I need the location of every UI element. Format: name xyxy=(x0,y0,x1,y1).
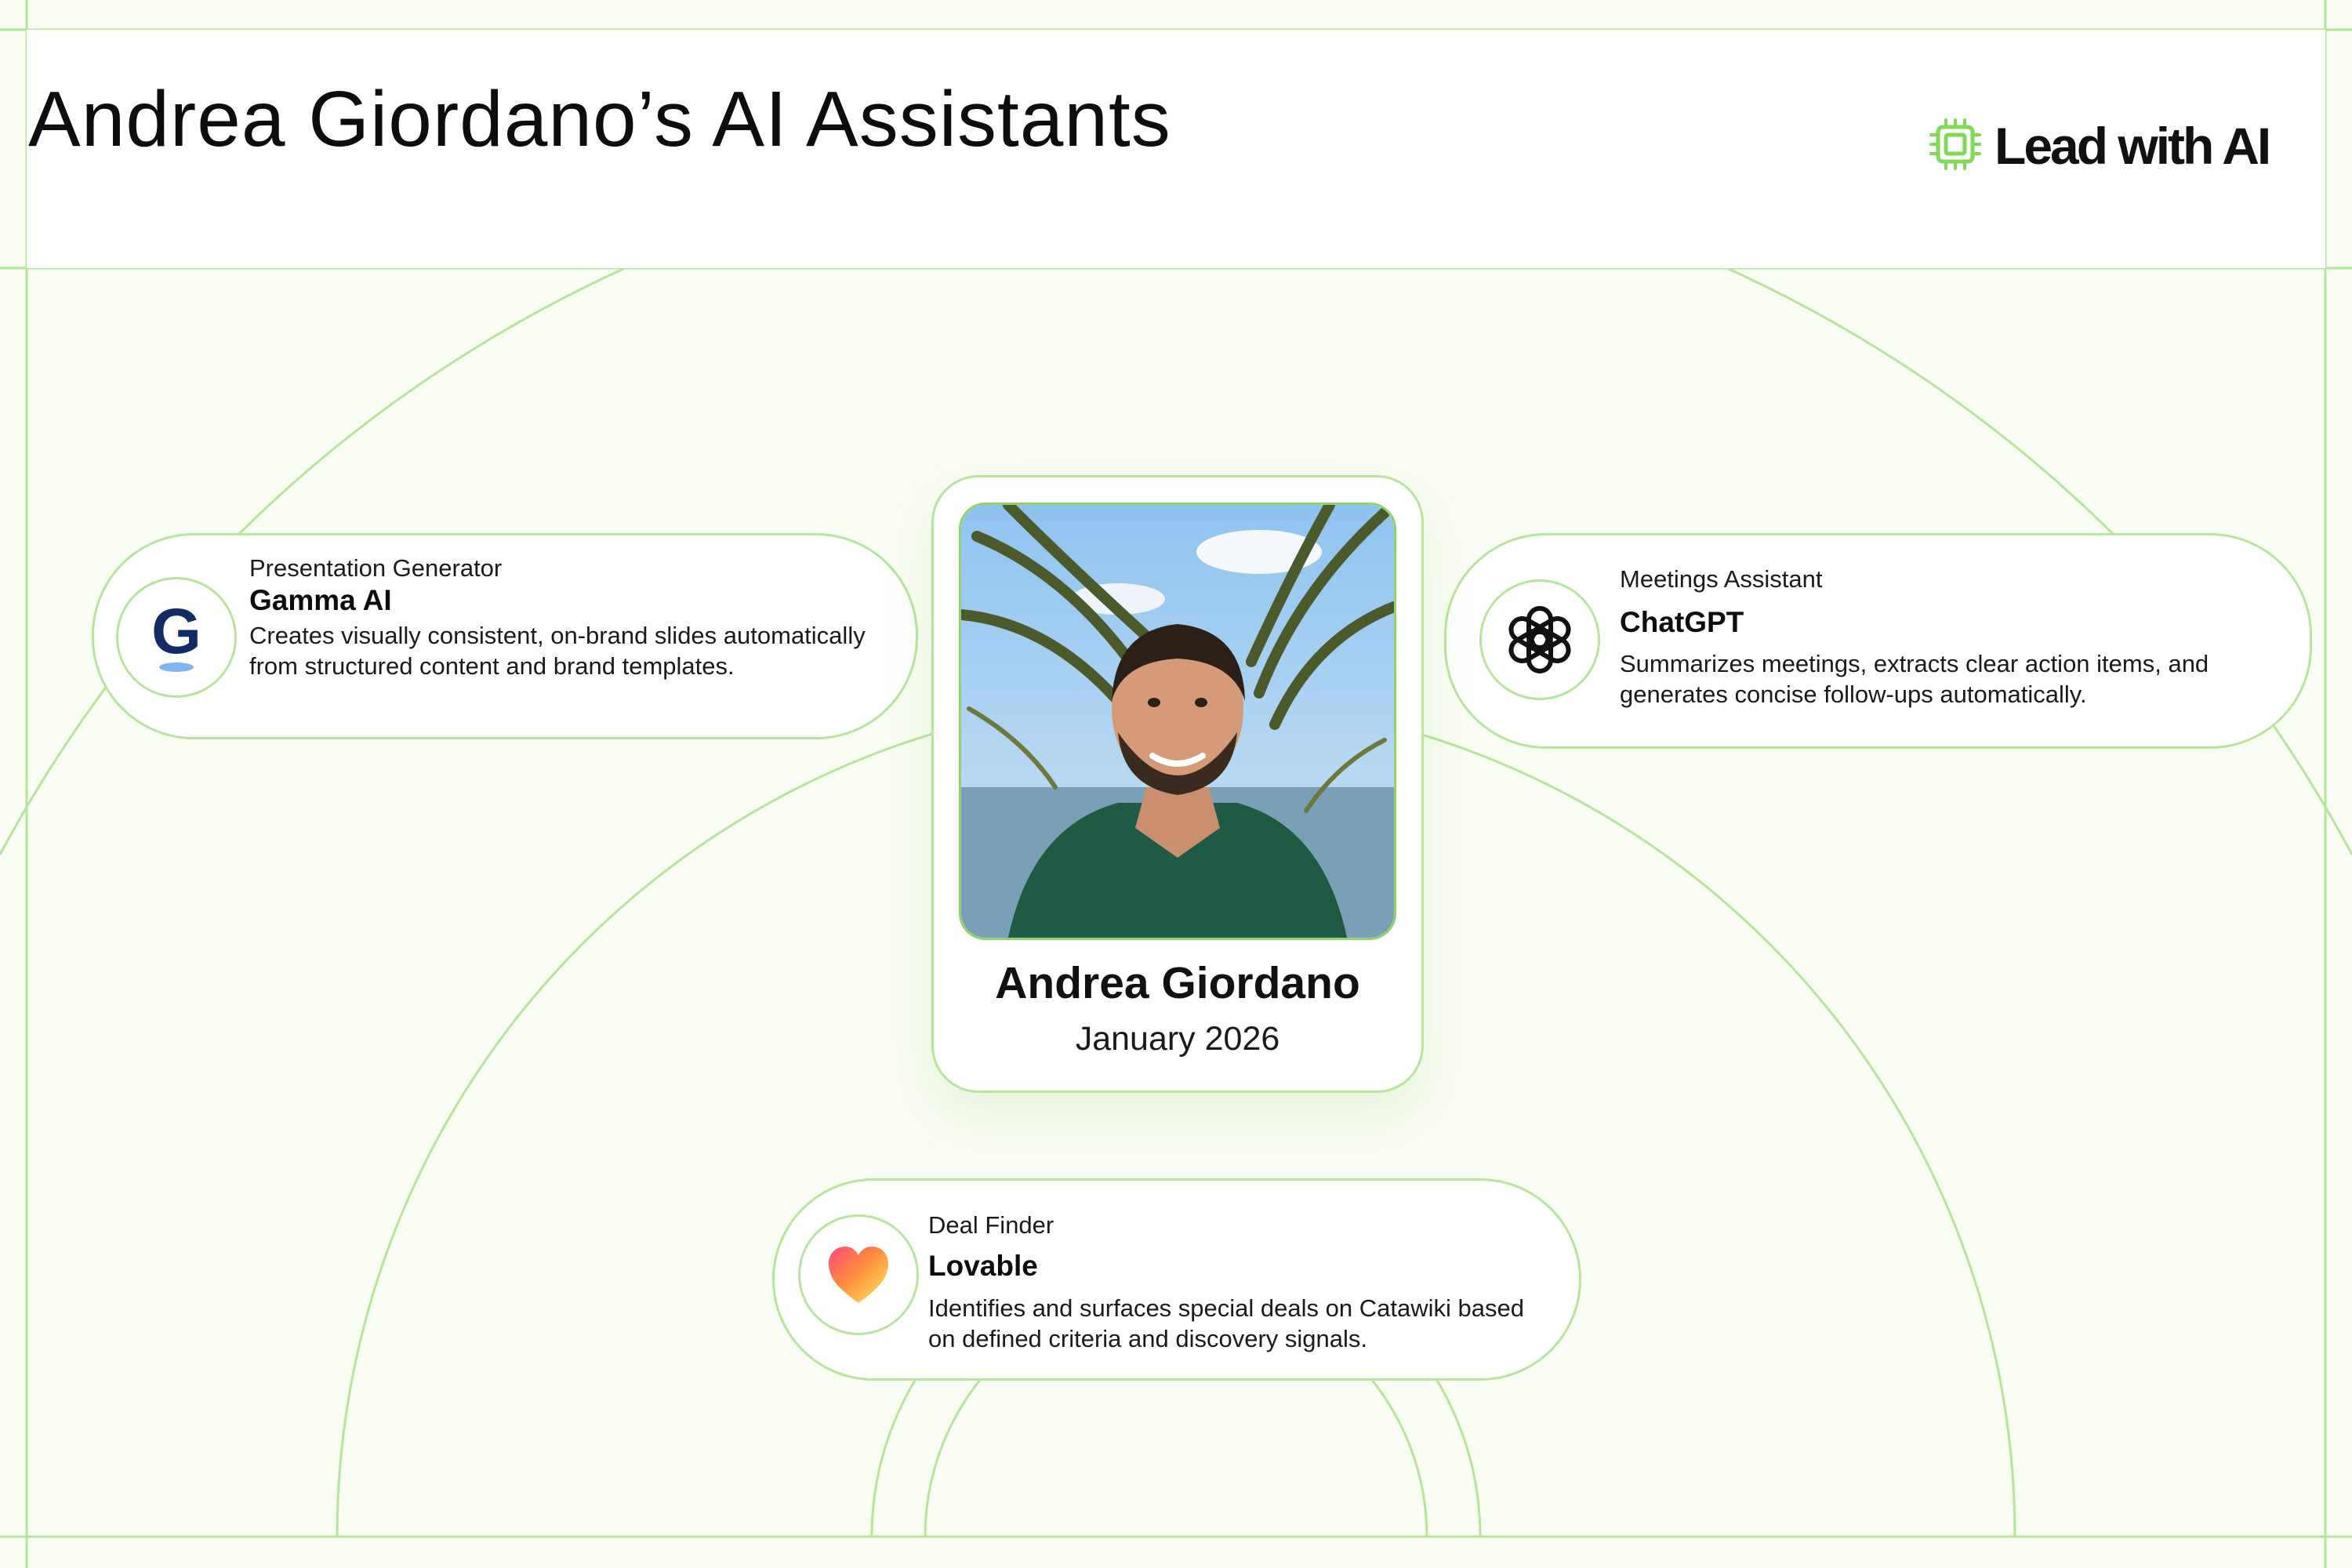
lovable-heart-icon xyxy=(798,1214,919,1335)
logo-text: Lead with AI xyxy=(1994,117,2271,175)
assistant-name: Gamma AI xyxy=(249,584,392,616)
openai-logo-icon xyxy=(1479,579,1600,700)
profile-date: January 2026 xyxy=(1075,1020,1280,1058)
assistant-name: ChatGPT xyxy=(1620,606,1744,638)
page-title: Andrea Giordano’s AI Assistants xyxy=(28,75,1171,163)
profile-card: Andrea Giordano January 2026 xyxy=(931,475,1424,1093)
profile-name: Andrea Giordano xyxy=(995,958,1360,1008)
assistant-card-gamma: G Presentation Generator Gamma AI Create… xyxy=(92,533,918,739)
assistant-role: Deal Finder xyxy=(928,1211,1054,1239)
assistant-role: Meetings Assistant xyxy=(1620,565,1823,593)
infographic-canvas: Andrea Giordano’s AI Assistants Lead wit… xyxy=(0,0,2352,1568)
assistant-description: Identifies and surfaces special deals on… xyxy=(928,1294,1524,1352)
assistant-name: Lovable xyxy=(928,1250,1038,1282)
assistant-description: Summarizes meetings, extracts clear acti… xyxy=(1620,650,2209,708)
gamma-logo-icon: G xyxy=(116,577,237,698)
chip-icon xyxy=(1929,118,1982,175)
assistant-card-lovable: Deal Finder Lovable Identifies and surfa… xyxy=(772,1178,1581,1381)
brand-logo: Lead with AI xyxy=(1929,116,2271,176)
svg-text:G: G xyxy=(151,598,201,667)
profile-photo xyxy=(959,503,1396,940)
assistant-role: Presentation Generator xyxy=(249,554,503,582)
assistant-description: Creates visually consistent, on-brand sl… xyxy=(249,622,866,680)
assistant-card-chatgpt: Meetings Assistant ChatGPT Summarizes me… xyxy=(1444,533,2312,749)
